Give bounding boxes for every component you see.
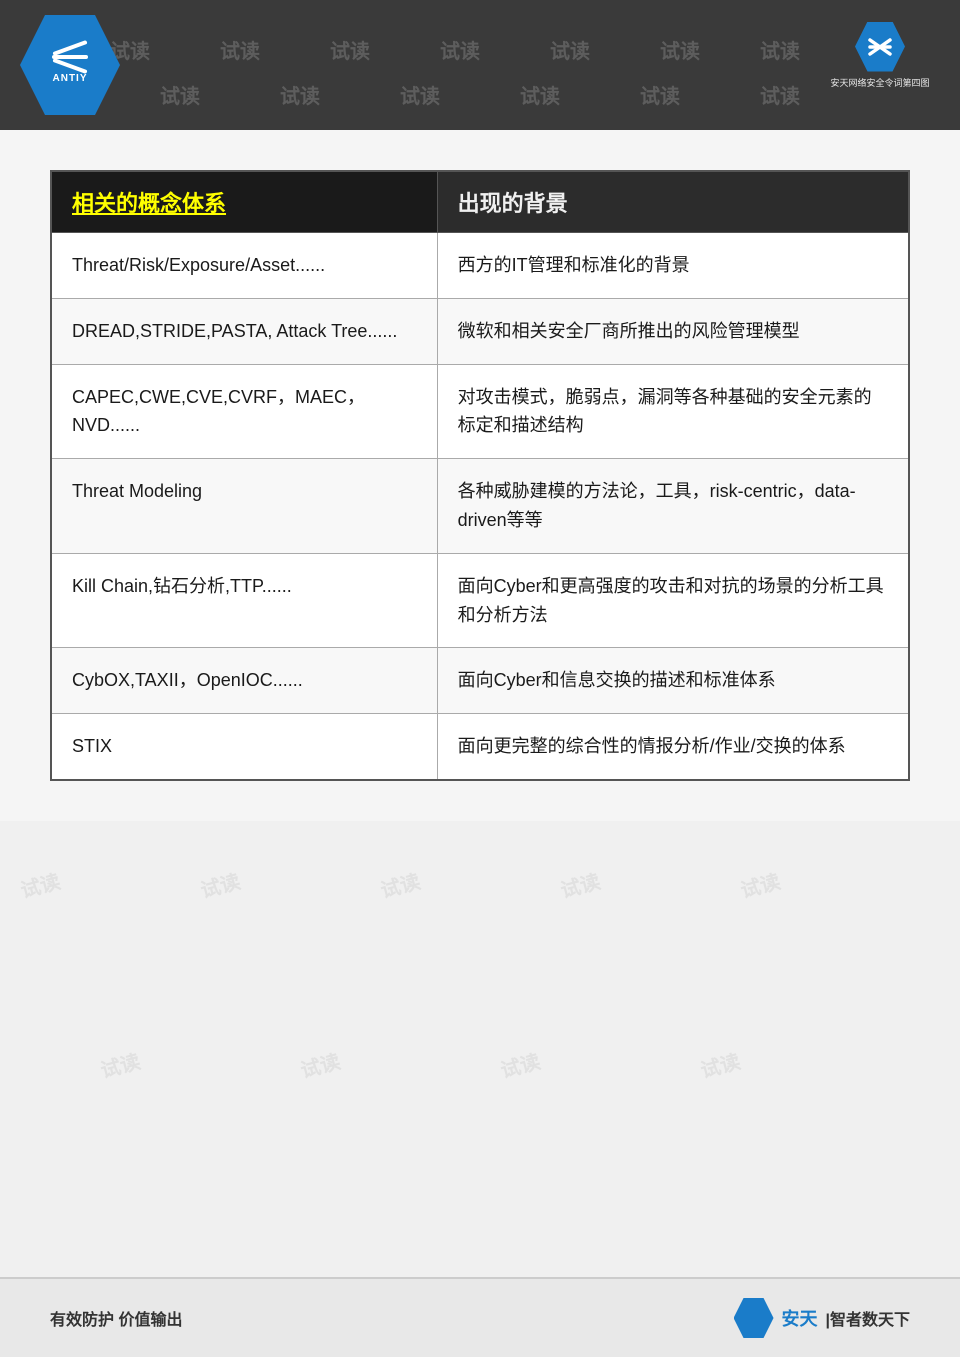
table-cell-right-4: 面向Cyber和更高强度的攻击和对抗的场景的分析工具和分析方法 <box>437 553 909 648</box>
footer: 有效防护 价值输出 安天 |智者数天下 <box>0 1277 960 1357</box>
table-row: Threat Modeling各种威胁建模的方法论，工具，risk-centri… <box>51 459 909 554</box>
table-row: Kill Chain,钻石分析,TTP......面向Cyber和更高强度的攻击… <box>51 553 909 648</box>
table-row: STIX面向更完整的综合性的情报分析/作业/交换的体系 <box>51 714 909 780</box>
table-cell-left-1: DREAD,STRIDE,PASTA, Attack Tree...... <box>51 298 437 364</box>
table-cell-right-5: 面向Cyber和信息交换的描述和标准体系 <box>437 648 909 714</box>
hw4: 试读 <box>440 35 480 64</box>
right-logo-icon <box>865 32 895 62</box>
hw6: 试读 <box>660 35 700 64</box>
table-cell-right-1: 微软和相关安全厂商所推出的风险管理模型 <box>437 298 909 364</box>
footer-logo: 安天 |智者数天下 <box>734 1298 910 1338</box>
bw27: 试读 <box>697 1045 743 1083</box>
logo-line-1 <box>52 40 87 56</box>
table-row: CybOX,TAXII，OpenIOC......面向Cyber和信息交换的描述… <box>51 648 909 714</box>
bw25: 试读 <box>297 1045 343 1083</box>
hw5: 试读 <box>550 35 590 64</box>
col2-header: 出现的背景 <box>437 171 909 233</box>
footer-logo-brand: 安天 <box>782 1305 818 1331</box>
header-logo: ANTIY <box>20 15 120 115</box>
header: 试读 试读 试读 试读 试读 试读 试读 试读 试读 试读 试读 试读 试读 A… <box>0 0 960 130</box>
table-cell-left-4: Kill Chain,钻石分析,TTP...... <box>51 553 437 648</box>
logo-line-3 <box>52 58 87 74</box>
hw13: 试读 <box>760 80 800 109</box>
table-row: Threat/Risk/Exposure/Asset......西方的IT管理和… <box>51 233 909 299</box>
table-cell-right-2: 对攻击模式，脆弱点，漏洞等各种基础的安全元素的标定和描述结构 <box>437 364 909 459</box>
header-right-logo: 安天网络安全令词第四图 <box>820 15 940 95</box>
bw23: 试读 <box>737 865 783 903</box>
table-row: CAPEC,CWE,CVE,CVRF，MAEC，NVD......对攻击模式，脆… <box>51 364 909 459</box>
table-cell-right-0: 西方的IT管理和标准化的背景 <box>437 233 909 299</box>
hw12: 试读 <box>640 80 680 109</box>
table-cell-left-6: STIX <box>51 714 437 780</box>
right-logo-hex <box>855 22 905 72</box>
table-row: DREAD,STRIDE,PASTA, Attack Tree......微软和… <box>51 298 909 364</box>
table-cell-left-5: CybOX,TAXII，OpenIOC...... <box>51 648 437 714</box>
hw2: 试读 <box>220 35 260 64</box>
bw19: 试读 <box>17 865 63 903</box>
footer-text: 有效防护 价值输出 <box>50 1306 182 1330</box>
hw8: 试读 <box>160 80 200 109</box>
content-table: 相关的概念体系 出现的背景 Threat/Risk/Exposure/Asset… <box>50 170 910 781</box>
footer-logo-slogan: |智者数天下 <box>826 1306 910 1330</box>
hw9: 试读 <box>280 80 320 109</box>
table-cell-left-0: Threat/Risk/Exposure/Asset...... <box>51 233 437 299</box>
col1-header: 相关的概念体系 <box>51 171 437 233</box>
table-cell-right-6: 面向更完整的综合性的情报分析/作业/交换的体系 <box>437 714 909 780</box>
header-watermarks: 试读 试读 试读 试读 试读 试读 试读 试读 试读 试读 试读 试读 试读 <box>0 0 960 130</box>
bw22: 试读 <box>557 865 603 903</box>
table-cell-right-3: 各种威胁建模的方法论，工具，risk-centric，data-driven等等 <box>437 459 909 554</box>
hw11: 试读 <box>520 80 560 109</box>
bw21: 试读 <box>377 865 423 903</box>
bw20: 试读 <box>197 865 243 903</box>
main-content: 相关的概念体系 出现的背景 Threat/Risk/Exposure/Asset… <box>0 130 960 821</box>
table-cell-left-3: Threat Modeling <box>51 459 437 554</box>
footer-logo-hex <box>734 1298 774 1338</box>
logo-lines <box>52 46 88 68</box>
table-cell-left-2: CAPEC,CWE,CVE,CVRF，MAEC，NVD...... <box>51 364 437 459</box>
hw10: 试读 <box>400 80 440 109</box>
hw7: 试读 <box>760 35 800 64</box>
bw24: 试读 <box>97 1045 143 1083</box>
bw26: 试读 <box>497 1045 543 1083</box>
logo-label: ANTIY <box>53 73 88 84</box>
right-logo-subtitle: 安天网络安全令词第四图 <box>830 76 929 89</box>
hw3: 试读 <box>330 35 370 64</box>
